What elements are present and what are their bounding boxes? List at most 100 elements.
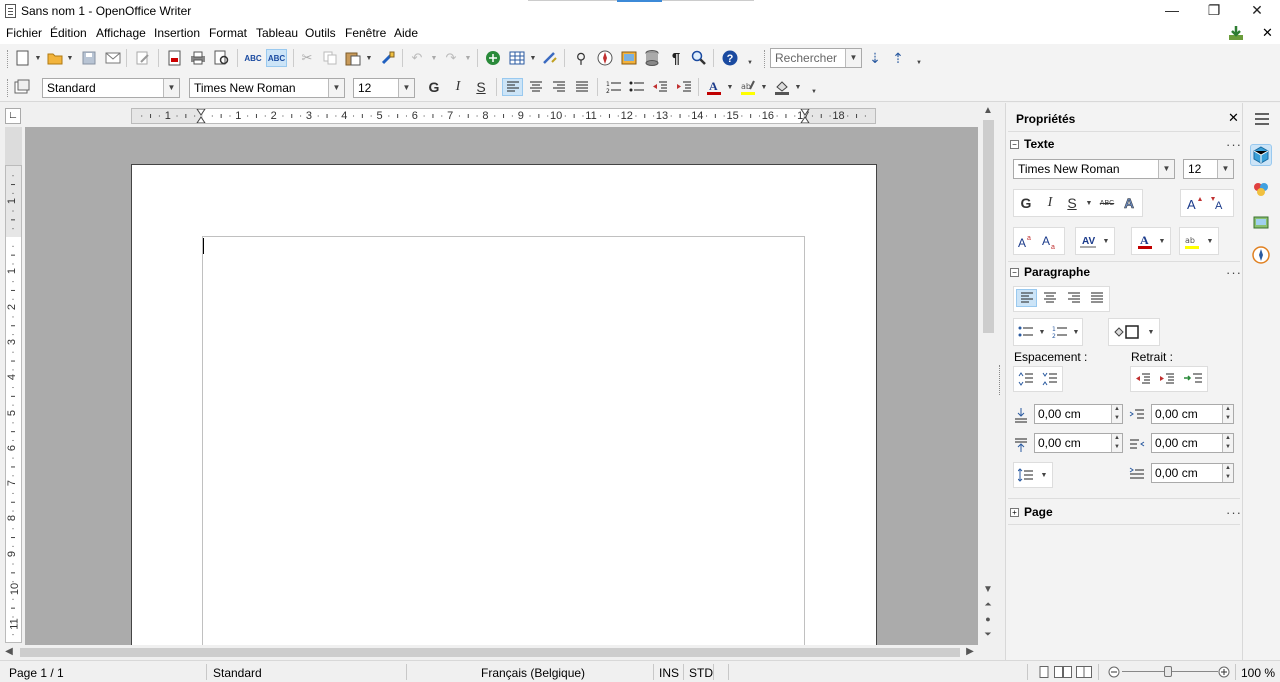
vertical-scrollbar[interactable]: ▲ ▼ ⏶ ● ⏷ [980,103,997,645]
navigation-icon[interactable]: ● [981,614,995,624]
properties-tab-icon[interactable] [1250,144,1272,166]
character-spacing-dropdown-icon[interactable]: ▼ [1102,232,1110,250]
email-document-icon[interactable] [104,49,122,67]
hyperlink-icon[interactable] [484,49,502,67]
redo-dropdown-icon[interactable]: ▼ [464,49,472,67]
zoom-in-icon[interactable] [1218,666,1230,678]
zoom-out-icon[interactable] [1108,666,1120,678]
font-name-select[interactable]: Times New Roman ▼ [189,78,345,98]
sidebar-decrease-indent-icon[interactable] [1134,370,1152,388]
minimize-button[interactable]: — [1150,0,1194,22]
background-color-dropdown-icon[interactable]: ▼ [794,78,802,96]
scroll-down-icon[interactable]: ▼ [981,584,995,595]
document-language[interactable]: Français (Belgique) [481,666,585,680]
paragraph-more-options-icon[interactable]: ··· [1226,265,1242,280]
paragraph-style-select[interactable]: Standard ▼ [42,78,180,98]
menu-affichage[interactable]: Affichage [96,26,146,40]
spin-buttons-icon[interactable]: ▲ ▼ [1222,434,1233,452]
text-boundaries[interactable] [202,236,805,656]
horizontal-scroll-thumb[interactable] [20,648,960,657]
spellcheck-icon[interactable]: ABC [244,49,262,67]
horizontal-scrollbar[interactable]: ◀ ▶ [0,645,980,660]
sidebar-bullets-dropdown-icon[interactable]: ▼ [1038,323,1046,341]
bullets-icon[interactable] [628,78,646,96]
draw-functions-icon[interactable] [541,49,559,67]
sidebar-highlighting-icon[interactable]: ab [1183,232,1201,250]
insert-mode[interactable]: INS [659,666,679,680]
sidebar-align-right-button[interactable] [1065,289,1083,307]
next-page-icon[interactable]: ⏷ [981,629,995,640]
subscript-icon[interactable]: Aa [1041,232,1059,250]
decrease-indent-icon[interactable] [651,78,669,96]
right-indent-marker[interactable] [800,108,810,124]
first-line-indent-input[interactable]: 0,00 cm ▲ ▼ [1151,463,1234,483]
restore-button[interactable]: ❐ [1192,0,1236,22]
zoom-slider-thumb[interactable] [1164,666,1172,677]
vertical-ruler[interactable]: 1 1 2 3 4 5 6 7 8 9 10 11 [5,165,22,643]
new-dropdown-icon[interactable]: ▼ [34,49,42,67]
edit-file-icon[interactable] [134,49,152,67]
sidebar-splitter[interactable] [997,103,1005,660]
toolbar-grip[interactable] [7,50,10,68]
decrease-font-size-icon[interactable]: A [1210,194,1228,212]
paste-icon[interactable] [344,49,362,67]
shadow-icon[interactable]: A [1121,194,1139,212]
text-section-header[interactable]: − Texte [1010,137,1054,151]
page-section-header[interactable]: + Page [1010,505,1053,519]
sidebar-font-dropdown-icon[interactable]: ▼ [1158,160,1174,178]
sidebar-align-center-button[interactable] [1041,289,1059,307]
menu-aide[interactable]: Aide [394,26,418,40]
table-icon[interactable] [508,49,526,67]
data-sources-icon[interactable] [643,49,661,67]
font-color-dropdown-icon[interactable]: ▼ [726,78,734,96]
above-spacing-input[interactable]: 0,00 cm ▲ ▼ [1034,404,1123,424]
vertical-scroll-thumb[interactable] [983,120,994,333]
scroll-right-icon[interactable]: ▶ [963,646,977,657]
open-dropdown-icon[interactable]: ▼ [66,49,74,67]
justify-button[interactable] [573,78,591,96]
character-spacing-icon[interactable]: AV [1079,232,1097,250]
page-more-options-icon[interactable]: ··· [1226,505,1242,520]
gallery-tab-icon[interactable] [1250,211,1272,233]
sidebar-font-size-select[interactable]: 12 ▼ [1183,159,1234,179]
font-size-dropdown-icon[interactable]: ▼ [398,79,414,97]
increase-spacing-icon[interactable] [1017,370,1035,388]
close-document-button[interactable]: ✕ [1262,25,1273,41]
highlighting-dropdown-icon[interactable]: ▼ [760,78,768,96]
sidebar-font-name-select[interactable]: Times New Roman ▼ [1013,159,1175,179]
bold-button[interactable]: G [425,78,443,96]
zoom-icon[interactable] [690,49,708,67]
search-input[interactable]: Rechercher ▼ [770,48,862,68]
text-more-options-icon[interactable]: ··· [1226,137,1242,152]
spin-buttons-icon[interactable]: ▲ ▼ [1222,405,1233,423]
menu-tableau[interactable]: Tableau [256,26,298,40]
font-size-select[interactable]: 12 ▼ [353,78,415,98]
left-indent-marker[interactable] [196,108,206,124]
gallery-icon[interactable] [620,49,638,67]
help-icon[interactable]: ? [721,49,739,67]
sidebar-menu-icon[interactable] [1253,111,1271,127]
export-pdf-icon[interactable] [166,49,184,67]
sidebar-font-color-icon[interactable]: A [1136,232,1154,250]
menu-insertion[interactable]: Insertion [154,26,200,40]
paragraph-style-dropdown-icon[interactable]: ▼ [163,79,179,97]
single-page-view-icon[interactable] [1038,666,1050,678]
open-folder-icon[interactable] [46,49,64,67]
paragraph-background-icon[interactable] [1112,323,1142,341]
close-sidebar-icon[interactable]: ✕ [1228,110,1239,126]
strikethrough-button[interactable]: ABC [1097,194,1117,212]
sidebar-numbering-dropdown-icon[interactable]: ▼ [1072,323,1080,341]
book-view-icon[interactable] [1076,666,1092,678]
scroll-left-icon[interactable]: ◀ [2,646,16,657]
spin-buttons-icon[interactable]: ▲ ▼ [1111,405,1122,423]
search-dropdown-icon[interactable]: ▼ [845,49,861,67]
scroll-up-icon[interactable]: ▲ [981,105,995,116]
superscript-icon[interactable]: Aa [1017,232,1035,250]
clone-formatting-icon[interactable] [379,49,397,67]
sidebar-numbering-icon[interactable]: 12 [1051,323,1069,341]
menu-edition[interactable]: Édition [50,26,87,40]
italic-button[interactable]: I [449,78,467,96]
sidebar-increase-indent-icon[interactable] [1158,370,1176,388]
find-next-icon[interactable]: ⇣ [866,49,884,67]
align-right-button[interactable] [550,78,568,96]
